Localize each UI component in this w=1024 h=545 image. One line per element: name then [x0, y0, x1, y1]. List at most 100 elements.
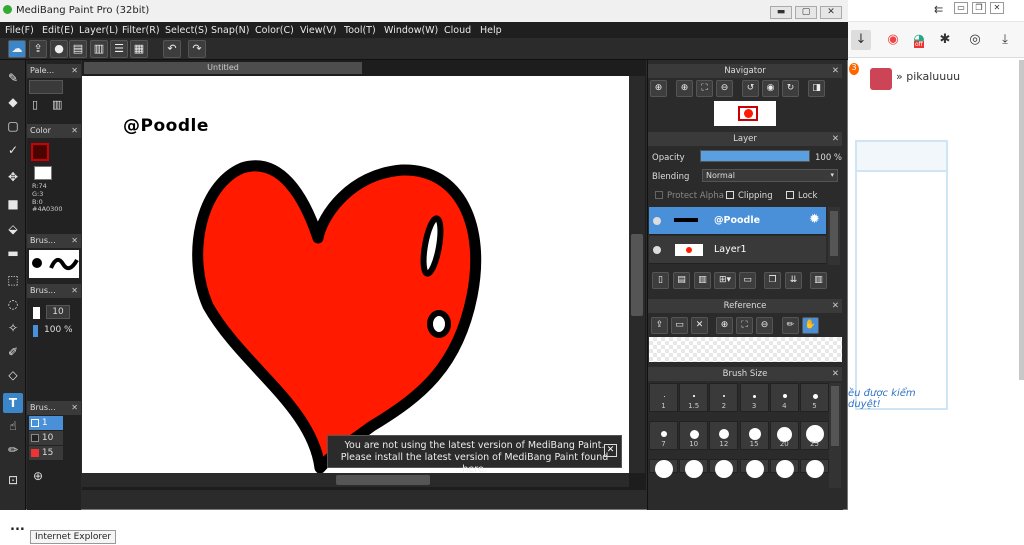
brush-size-option[interactable]: 20: [769, 421, 799, 450]
clipping-checkbox[interactable]: [726, 191, 734, 199]
panel-close-icon[interactable]: ✕: [71, 124, 78, 138]
brush-size-option[interactable]: [800, 459, 829, 478]
canvas-vertical-scrollbar[interactable]: [629, 76, 645, 473]
fill-shape-tool-icon[interactable]: ■: [3, 194, 23, 214]
brush-size-option[interactable]: 1: [649, 383, 678, 412]
upload-reference-icon[interactable]: ⇪: [651, 317, 668, 334]
brush-size-option[interactable]: 2: [709, 383, 739, 412]
zoom-in-icon[interactable]: ⊕: [650, 80, 667, 97]
brush-size-option[interactable]: 1.5: [679, 383, 709, 412]
layer-scroll-thumb[interactable]: [830, 211, 838, 256]
brush-size-option[interactable]: 5: [800, 383, 829, 412]
undo-icon[interactable]: ↶: [163, 40, 181, 58]
menu-filter[interactable]: Filter(R): [122, 25, 160, 36]
brush-size-option[interactable]: [709, 459, 739, 478]
brush-size-option[interactable]: 3: [739, 383, 769, 412]
brush-tool-icon[interactable]: ✎: [3, 68, 23, 88]
layer-scrollbar[interactable]: [828, 207, 840, 265]
restore-icon[interactable]: ❐: [972, 2, 986, 14]
panel-close-icon[interactable]: ✕: [71, 64, 78, 78]
reference-area[interactable]: [649, 337, 842, 362]
brush-size-option[interactable]: 25: [800, 421, 829, 450]
menu-help[interactable]: Help: [480, 25, 502, 36]
bucket-tool-icon[interactable]: ⬙: [3, 219, 23, 239]
new-halftone-layer-icon[interactable]: ▤: [673, 272, 690, 289]
menu-dots[interactable]: ...: [10, 519, 25, 534]
puzzle-icon[interactable]: ✱: [935, 30, 955, 50]
reference-hand-icon[interactable]: ✋: [802, 317, 819, 334]
brush-size-option[interactable]: 7: [649, 421, 678, 450]
back-arrow-icon[interactable]: ⇇: [934, 3, 943, 16]
rotate-right-icon[interactable]: ↻: [782, 80, 799, 97]
notice-close-button[interactable]: ✕: [604, 444, 617, 457]
profile-icon[interactable]: ◎: [965, 30, 985, 50]
magic-wand-tool-icon[interactable]: ✧: [3, 318, 23, 338]
opacity-slider[interactable]: [700, 150, 810, 162]
menu-tool[interactable]: Tool(T): [344, 25, 376, 36]
hand-tool-icon[interactable]: ⊡: [3, 470, 23, 490]
background-color-swatch[interactable]: [34, 166, 52, 180]
delete-layer-icon[interactable]: ▥: [810, 272, 827, 289]
speech-icon[interactable]: ▤: [69, 40, 87, 58]
brush-size-option[interactable]: [739, 459, 769, 478]
grid-icon[interactable]: ▦: [130, 40, 148, 58]
layer-row-poodle[interactable]: @Poodle ✹: [649, 207, 826, 235]
gradient-tool-icon[interactable]: ▬: [3, 243, 23, 263]
reference-eyedropper-icon[interactable]: ✏: [782, 317, 799, 334]
menu-edit[interactable]: Edit(E): [42, 25, 74, 36]
select-eraser-tool-icon[interactable]: ◇: [3, 365, 23, 385]
brush-size-scroll-thumb[interactable]: [831, 386, 839, 446]
lasso-tool-icon[interactable]: ◌: [3, 294, 23, 314]
open-folder-icon[interactable]: ▭: [671, 317, 688, 334]
brush-list-item[interactable]: 1: [29, 416, 63, 430]
user-name[interactable]: » pikaluuuu: [896, 70, 960, 83]
close-icon[interactable]: ✕: [990, 2, 1004, 14]
brush-size-option[interactable]: 4: [769, 383, 799, 412]
menu-window[interactable]: Window(W): [384, 25, 438, 36]
panel-close-icon[interactable]: ✕: [832, 132, 839, 146]
reference-fit-icon[interactable]: ⛶: [736, 317, 753, 334]
brush-size-option[interactable]: 15: [739, 421, 769, 450]
palette-select[interactable]: [29, 80, 63, 94]
duplicate-layer-icon[interactable]: ❐: [764, 272, 781, 289]
eraser-tool-icon[interactable]: ◆: [3, 92, 23, 112]
rectangle-tool-icon[interactable]: ▢: [3, 116, 23, 136]
menu-layer[interactable]: Layer(L): [79, 25, 118, 36]
panel-close-icon[interactable]: ✕: [832, 64, 839, 78]
foreground-color-swatch[interactable]: [31, 143, 49, 161]
reference-zoom-in-icon[interactable]: ⊕: [716, 317, 733, 334]
flip-icon[interactable]: ◨: [808, 80, 825, 97]
brush-opacity-value[interactable]: 100 %: [44, 325, 73, 335]
panel-close-icon[interactable]: ✕: [832, 367, 839, 381]
new-1bit-layer-icon[interactable]: ▥: [694, 272, 711, 289]
avatar[interactable]: [870, 68, 892, 90]
update-notice[interactable]: You are not using the latest version of …: [327, 435, 622, 475]
delete-palette-icon[interactable]: ▥: [52, 98, 62, 111]
download-status-icon[interactable]: ↓: [851, 30, 871, 50]
lock-checkbox[interactable]: [786, 191, 794, 199]
browser-scrollbar[interactable]: [1019, 60, 1024, 380]
close-button[interactable]: ✕: [820, 6, 842, 19]
minimize-icon[interactable]: ▭: [954, 2, 968, 14]
list-icon[interactable]: ☰: [110, 40, 128, 58]
brush-size-option[interactable]: 12: [709, 421, 739, 450]
text-tool-icon[interactable]: T: [3, 393, 23, 413]
download-icon[interactable]: ⤓: [995, 30, 1015, 50]
brush-size-input[interactable]: 10: [46, 305, 70, 319]
navigator-thumbnail[interactable]: [714, 101, 776, 126]
horizontal-scroll-thumb[interactable]: [336, 475, 430, 485]
chrome-extension-icon[interactable]: ◉: [883, 30, 903, 50]
menu-snap[interactable]: Snap(N): [211, 25, 249, 36]
merge-layer-icon[interactable]: ⇊: [785, 272, 802, 289]
gear-icon[interactable]: ✹: [809, 212, 820, 227]
brush-size-option[interactable]: [679, 459, 709, 478]
panel-close-icon[interactable]: ✕: [71, 284, 78, 298]
brush-size-option[interactable]: [769, 459, 799, 478]
protect-alpha-checkbox[interactable]: [655, 191, 663, 199]
brush-list-item[interactable]: 10: [29, 431, 63, 445]
new-palette-icon[interactable]: ▯: [32, 98, 38, 111]
document-tab[interactable]: Untitled: [84, 62, 362, 74]
menu-file[interactable]: File(F): [5, 25, 34, 36]
brush-size-scrollbar[interactable]: [829, 383, 841, 488]
select-tool-icon[interactable]: ⬚: [3, 270, 23, 290]
